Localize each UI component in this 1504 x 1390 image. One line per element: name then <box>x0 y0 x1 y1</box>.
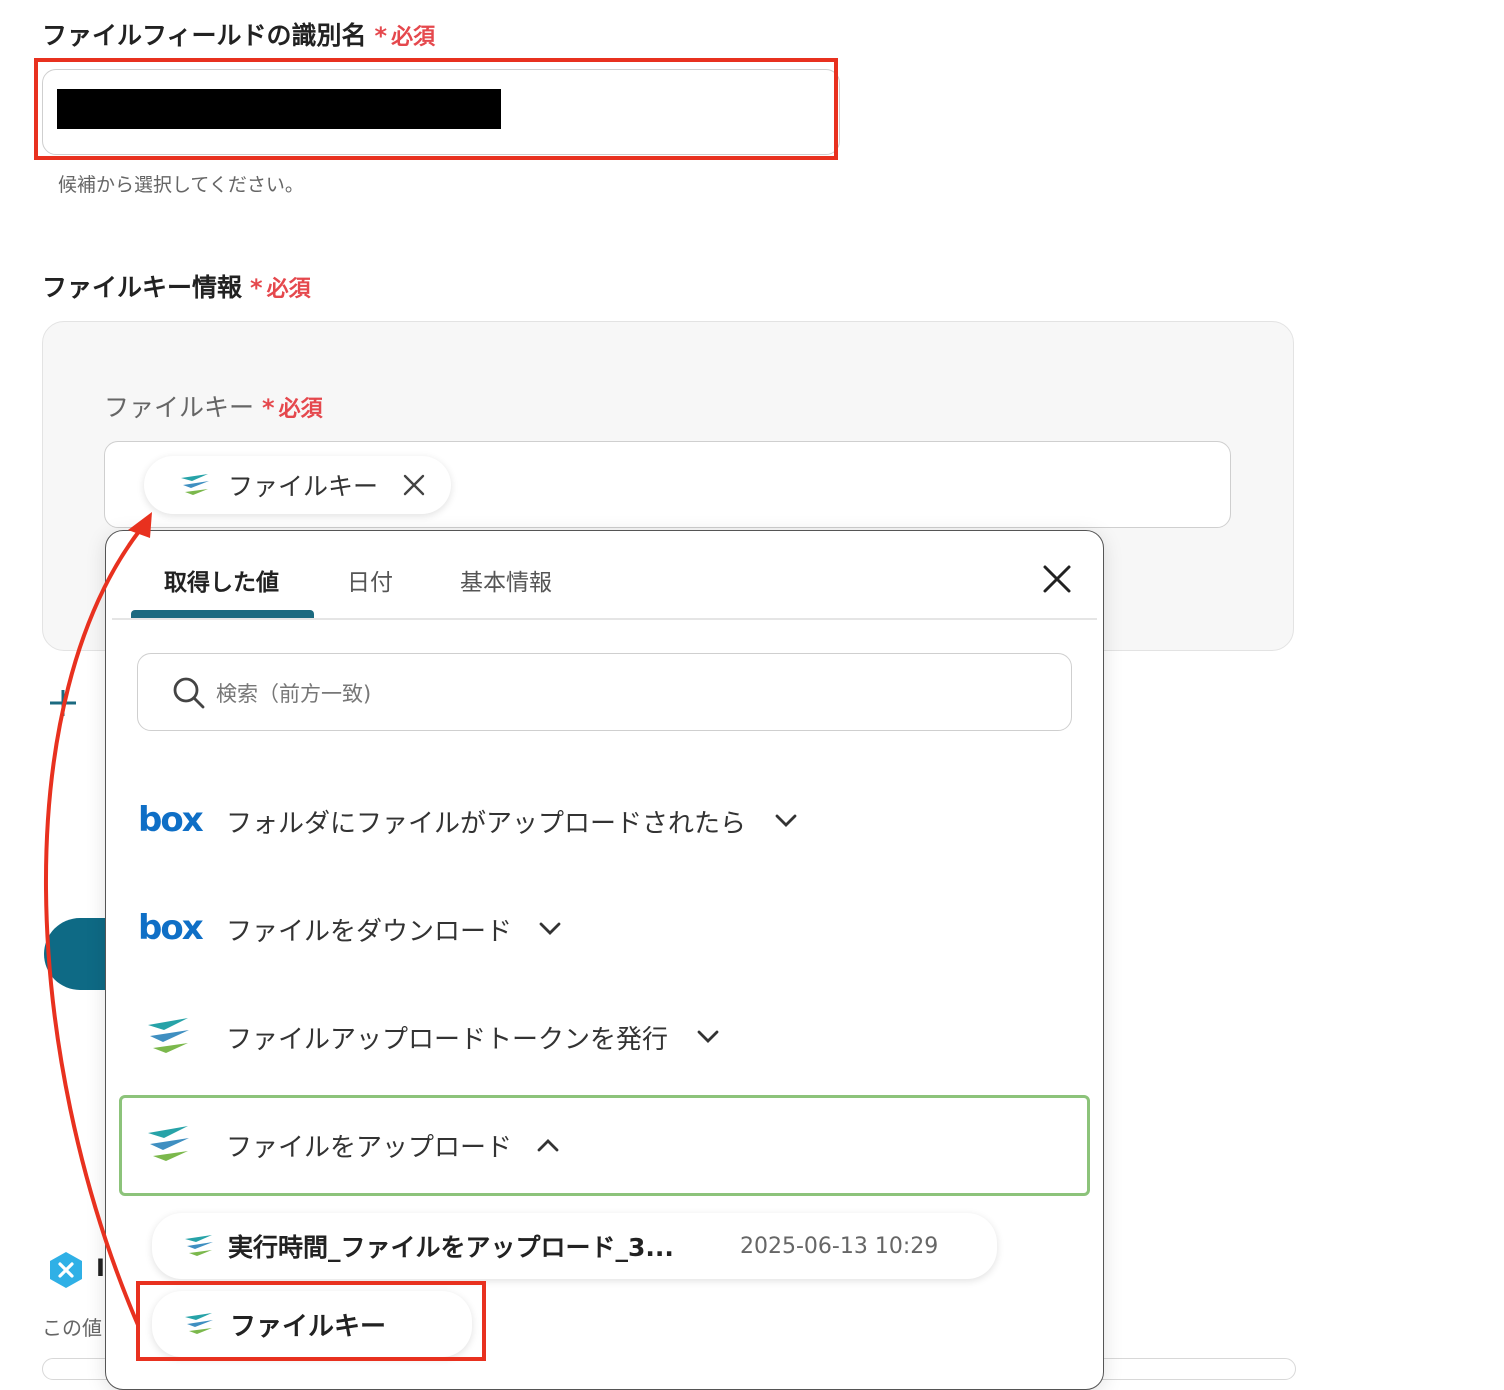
annotation-arrow <box>44 512 152 1326</box>
